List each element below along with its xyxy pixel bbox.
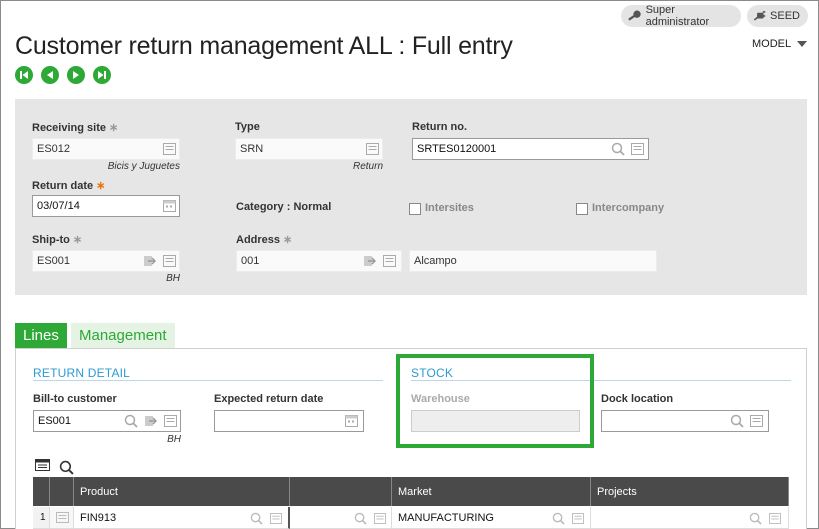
ship-to-label: Ship-to ∗ [32,234,83,246]
bill-to-label: Bill-to customer [33,393,117,405]
intercompany-checkbox[interactable] [576,203,588,215]
list-icon [366,143,379,155]
search-icon[interactable] [250,512,263,525]
list-icon[interactable] [164,415,177,427]
tunnel-icon[interactable] [144,415,157,427]
type-field[interactable]: SRN [235,138,383,160]
required-star-icon: ∗ [96,180,106,192]
tunnel-icon [364,256,376,266]
ship-to-desc: BH [166,273,180,284]
user-role-label: Super administrator [645,4,710,28]
folder-button[interactable]: SEED [747,5,808,27]
type-label: Type [235,121,260,133]
cell-blank[interactable] [290,507,392,529]
model-menu[interactable]: MODEL [752,38,808,50]
first-record-button[interactable] [15,66,33,84]
list-icon [163,255,176,267]
next-record-button[interactable] [67,66,85,84]
last-record-button[interactable] [93,66,111,84]
calendar-icon[interactable] [345,414,358,427]
caret-down-icon [797,41,808,47]
cell-market[interactable]: MANUFACTURING [392,507,591,529]
section-divider [33,380,383,381]
intercompany-label: Intercompany [592,202,665,214]
mandatory-star-icon: ∗ [283,234,293,246]
dock-location-label: Dock location [601,393,674,405]
folder-label: SEED [770,10,800,22]
list-icon[interactable] [769,513,781,524]
column-header-product[interactable]: Product [74,477,290,506]
page-title: Customer return management ALL : Full en… [15,32,513,60]
bill-to-desc: BH [167,434,181,445]
receiving-site-label: Receiving site ∗ [32,122,119,134]
return-detail-title: RETURN DETAIL [33,366,131,380]
column-header-projects[interactable]: Projects [591,477,789,506]
first-icon [20,71,28,79]
tab-lines[interactable]: Lines [15,323,67,348]
stock-highlight-box [396,354,594,448]
plug-icon [753,11,766,21]
row-detail-icon[interactable] [56,512,69,523]
ship-to-field[interactable]: ES001 [32,250,180,272]
list-icon [163,143,176,155]
address-name-field: Alcampo [409,250,657,272]
grid-selector-header [50,477,74,506]
app-window: { "user": { "role": "Super administrator… [0,0,819,529]
next-icon [73,71,79,79]
bill-to-input[interactable]: ES001 [33,410,181,432]
mandatory-star-icon: ∗ [108,122,119,134]
list-icon[interactable] [270,513,282,524]
intersites-checkbox[interactable] [409,203,421,215]
tab-management[interactable]: Management [71,323,175,348]
expected-date-label: Expected return date [214,393,324,405]
return-date-input[interactable]: 03/07/14 [32,195,180,217]
column-header-blank [290,477,392,506]
previous-icon [47,71,53,79]
search-icon[interactable] [124,414,138,428]
list-icon[interactable] [572,513,584,524]
cell-projects[interactable] [591,507,789,529]
search-icon[interactable] [552,512,565,525]
address-label: Address ∗ [236,234,293,246]
search-icon[interactable] [354,512,367,525]
dock-location-input[interactable] [601,410,769,432]
receiving-site-desc: Bicis y Juguetes [107,161,180,172]
list-icon [383,255,396,267]
grid-list-icon[interactable] [35,459,50,471]
type-desc: Return [352,161,383,172]
intersites-label: Intersites [425,202,474,214]
user-role-button[interactable]: Super administrator [621,4,741,28]
row-detail-cell[interactable] [50,507,74,529]
previous-record-button[interactable] [41,66,59,84]
return-date-label: Return date ∗ [32,180,106,192]
list-icon[interactable] [631,143,644,155]
return-no-label: Return no. [412,121,467,133]
grid-corner [33,477,50,506]
list-icon[interactable] [750,415,763,427]
list-icon[interactable] [374,513,386,524]
column-header-market[interactable]: Market [392,477,591,506]
calendar-icon[interactable] [163,199,176,212]
address-field[interactable]: 001 [236,250,402,272]
receiving-site-field[interactable]: ES012 [32,138,180,160]
search-icon[interactable] [611,142,625,156]
search-icon[interactable] [749,512,762,525]
grid-search-icon[interactable] [59,460,74,475]
category-text: Category : Normal [236,201,332,213]
mandatory-star-icon: ∗ [72,234,83,246]
search-icon[interactable] [730,414,744,428]
tunnel-icon [144,256,156,266]
last-icon [98,71,106,79]
return-no-input[interactable]: SRTES0120001 [412,138,649,160]
cell-product[interactable]: FIN913 [74,507,290,529]
key-icon [628,10,641,21]
row-number: 1 [33,507,50,529]
expected-date-input[interactable] [214,410,364,432]
model-label: MODEL [752,38,792,50]
